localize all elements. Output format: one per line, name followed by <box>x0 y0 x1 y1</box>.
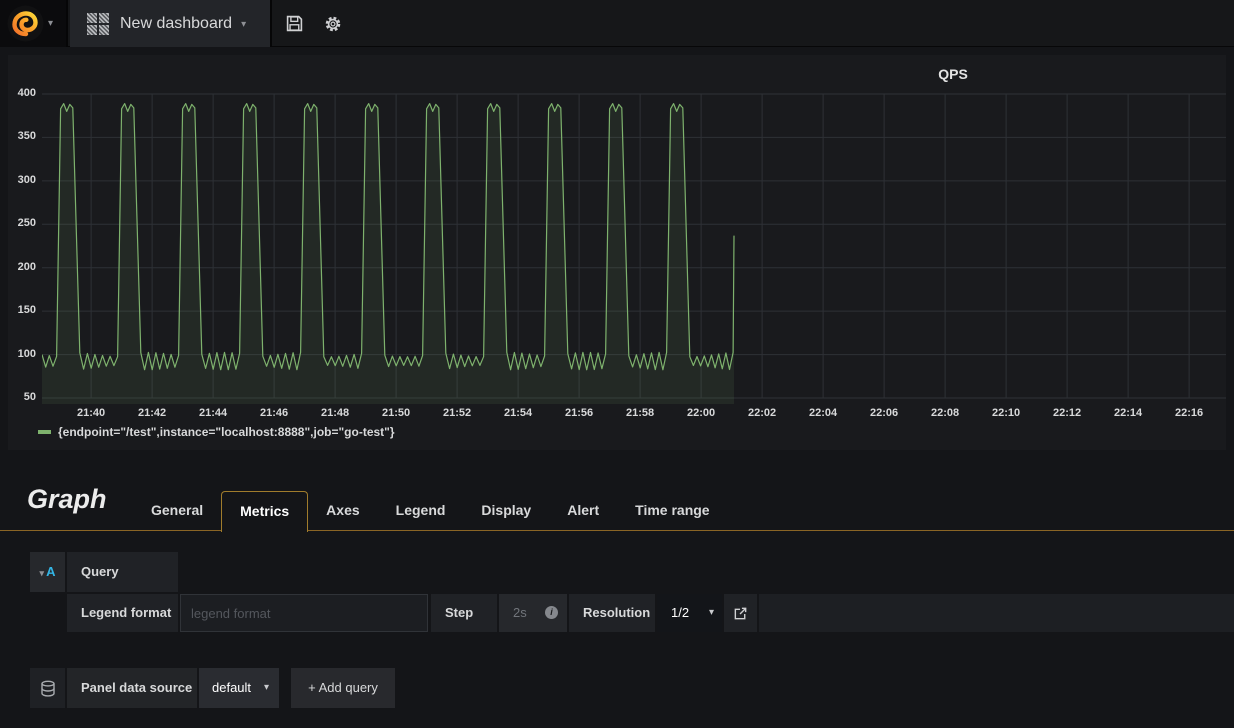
tab-alert[interactable]: Alert <box>549 491 617 530</box>
query-label: Query <box>67 552 178 592</box>
dashboard-settings-button[interactable] <box>314 0 352 47</box>
x-axis-tick-label: 22:16 <box>1164 407 1214 419</box>
panel-datasource-label: Panel data source <box>67 668 197 708</box>
legend-format-input[interactable] <box>180 594 428 632</box>
dashboard-grid-icon <box>87 13 109 35</box>
chevron-down-icon: ▾ <box>709 594 714 632</box>
external-link-icon <box>733 606 748 621</box>
grafana-logo-icon <box>7 5 44 42</box>
x-axis-tick-label: 22:14 <box>1103 407 1153 419</box>
x-axis-tick-label: 21:46 <box>249 407 299 419</box>
options-row-spacer <box>759 594 1234 632</box>
x-axis-tick-label: 22:04 <box>798 407 848 419</box>
editor-tabs: General Metrics Axes Legend Display Aler… <box>133 491 728 532</box>
y-axis-tick-label: 100 <box>8 348 36 360</box>
qps-line-chart <box>42 88 1226 404</box>
graph-panel: QPS 400 350 300 250 200 150 100 50 21:40 21:42 21… <box>8 55 1226 450</box>
info-icon[interactable]: i <box>545 606 558 619</box>
x-axis-tick-label: 22:08 <box>920 407 970 419</box>
series-color-swatch <box>38 430 51 434</box>
chevron-down-icon: ▾ <box>40 568 45 578</box>
y-axis-tick-label: 350 <box>8 130 36 142</box>
resolution-label: Resolution <box>569 594 655 632</box>
y-axis-tick-label: 50 <box>8 391 36 403</box>
x-axis-tick-label: 21:50 <box>371 407 421 419</box>
save-icon <box>286 15 303 32</box>
legend-format-label: Legend format <box>67 594 178 632</box>
x-axis-tick-label: 22:06 <box>859 407 909 419</box>
tab-time-range[interactable]: Time range <box>617 491 727 530</box>
x-axis-tick-label: 22:10 <box>981 407 1031 419</box>
resolution-select[interactable]: 1/2 ▾ <box>657 594 722 632</box>
tab-general[interactable]: General <box>133 491 221 530</box>
query-ref-letter: A <box>46 564 55 579</box>
x-axis-tick-label: 21:44 <box>188 407 238 419</box>
tab-legend[interactable]: Legend <box>378 491 464 530</box>
y-axis-tick-label: 400 <box>8 87 36 99</box>
chevron-down-icon: ▾ <box>48 19 53 29</box>
dashboard-title-menu[interactable]: New dashboard ▾ <box>70 0 272 47</box>
y-axis-tick-label: 300 <box>8 174 36 186</box>
step-value: 2s <box>513 605 527 620</box>
database-icon <box>40 680 56 697</box>
query-collapse-toggle[interactable]: ▾A <box>30 552 65 592</box>
grafana-main-menu[interactable]: ▾ <box>0 0 68 47</box>
save-dashboard-button[interactable] <box>275 0 313 47</box>
x-axis-tick-label: 22:00 <box>676 407 726 419</box>
datasource-value: default <box>212 680 251 695</box>
chevron-down-icon: ▾ <box>264 668 269 708</box>
series-legend-label[interactable]: {endpoint="/test",instance="localhost:88… <box>58 425 395 439</box>
tab-display[interactable]: Display <box>463 491 549 530</box>
panel-editor-type-title: Graph <box>27 484 107 515</box>
x-axis-tick-label: 21:52 <box>432 407 482 419</box>
add-query-button[interactable]: + Add query <box>291 668 395 708</box>
y-axis-tick-label: 150 <box>8 304 36 316</box>
tab-metrics[interactable]: Metrics <box>221 491 308 532</box>
tab-axes[interactable]: Axes <box>308 491 377 530</box>
x-axis-tick-label: 21:42 <box>127 407 177 419</box>
step-value-field[interactable]: 2s i <box>499 594 567 632</box>
query-export-button[interactable] <box>724 594 757 632</box>
x-axis-tick-label: 21:56 <box>554 407 604 419</box>
resolution-value: 1/2 <box>671 605 689 620</box>
chevron-down-icon: ▾ <box>241 20 246 30</box>
x-axis-tick-label: 22:12 <box>1042 407 1092 419</box>
x-axis-tick-label: 22:02 <box>737 407 787 419</box>
panel-title[interactable]: QPS <box>938 66 968 82</box>
y-axis-tick-label: 250 <box>8 217 36 229</box>
x-axis-tick-label: 21:48 <box>310 407 360 419</box>
dashboard-title: New dashboard <box>120 15 232 33</box>
datasource-button[interactable] <box>30 668 65 708</box>
chart-legend: {endpoint="/test",instance="localhost:88… <box>38 425 395 439</box>
chart-plot-area[interactable] <box>42 88 1226 404</box>
top-nav-bar: ▾ New dashboard ▾ <box>0 0 1234 47</box>
x-axis-tick-label: 21:54 <box>493 407 543 419</box>
x-axis-tick-label: 21:58 <box>615 407 665 419</box>
gear-icon <box>324 15 342 33</box>
x-axis-tick-label: 21:40 <box>66 407 116 419</box>
y-axis-tick-label: 200 <box>8 261 36 273</box>
step-label: Step <box>431 594 497 632</box>
datasource-select[interactable]: default ▾ <box>199 668 279 708</box>
